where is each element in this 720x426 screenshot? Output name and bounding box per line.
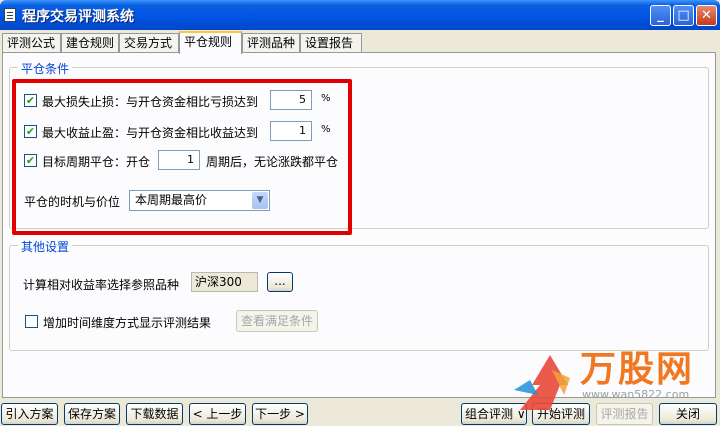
view-conditions-button[interactable]: 查看满足条件 [236,310,318,332]
close-conditions-title: 平仓条件 [18,60,73,77]
window-title: 程序交易评测系统 [22,9,134,25]
highlight-annotation-box [12,79,352,235]
previous-step-button[interactable]: < 上一步 [189,403,246,425]
close-rules-panel: 平仓条件 ✔ 最大损失止损：与开仓资金相比亏损达到 5 % ✔ 最大收益止盈：与… [2,52,716,398]
combo-eval-label: 组合评测 [465,407,514,421]
app-icon [4,8,16,22]
browse-button[interactable]: ... [267,272,293,292]
close-button[interactable]: 关闭 [659,403,717,425]
start-eval-button[interactable]: 开始评测 [532,403,590,425]
other-settings-group: 其他设置 [9,238,709,351]
close-window-button[interactable]: ✕ [696,5,717,26]
time-dimension-checkbox[interactable] [25,315,38,328]
combo-eval-button[interactable]: 组合评测 ∨ [461,403,527,425]
dropdown-arrow-icon: ∨ [513,407,526,421]
title-bar: 程序交易评测系统 _ □ ✕ [0,0,720,30]
reference-label: 计算相对收益率选择参照品种 [23,278,180,292]
time-dimension-label: 增加时间维度方式显示评测结果 [43,316,212,330]
maximize-button[interactable]: □ [673,5,694,26]
tab-instruments[interactable]: 评测品种 [242,33,300,52]
import-plan-button[interactable]: 引入方案 [1,403,58,425]
minimize-button[interactable]: _ [650,5,671,26]
tab-trade-mode[interactable]: 交易方式 [119,33,179,52]
eval-report-button[interactable]: 评测报告 [596,403,653,425]
tab-formula[interactable]: 评测公式 [2,33,61,52]
next-step-button[interactable]: 下一步 > [252,403,308,425]
other-settings-title: 其他设置 [18,238,73,255]
tab-report-settings[interactable]: 设置报告 [300,33,362,52]
reference-field[interactable]: 沪深300 [191,272,258,292]
download-data-button[interactable]: 下载数据 [126,403,183,425]
tab-close-rules[interactable]: 平仓规则 [179,31,242,54]
tab-open-rules[interactable]: 建仓规则 [61,33,119,52]
save-plan-button[interactable]: 保存方案 [64,403,120,425]
